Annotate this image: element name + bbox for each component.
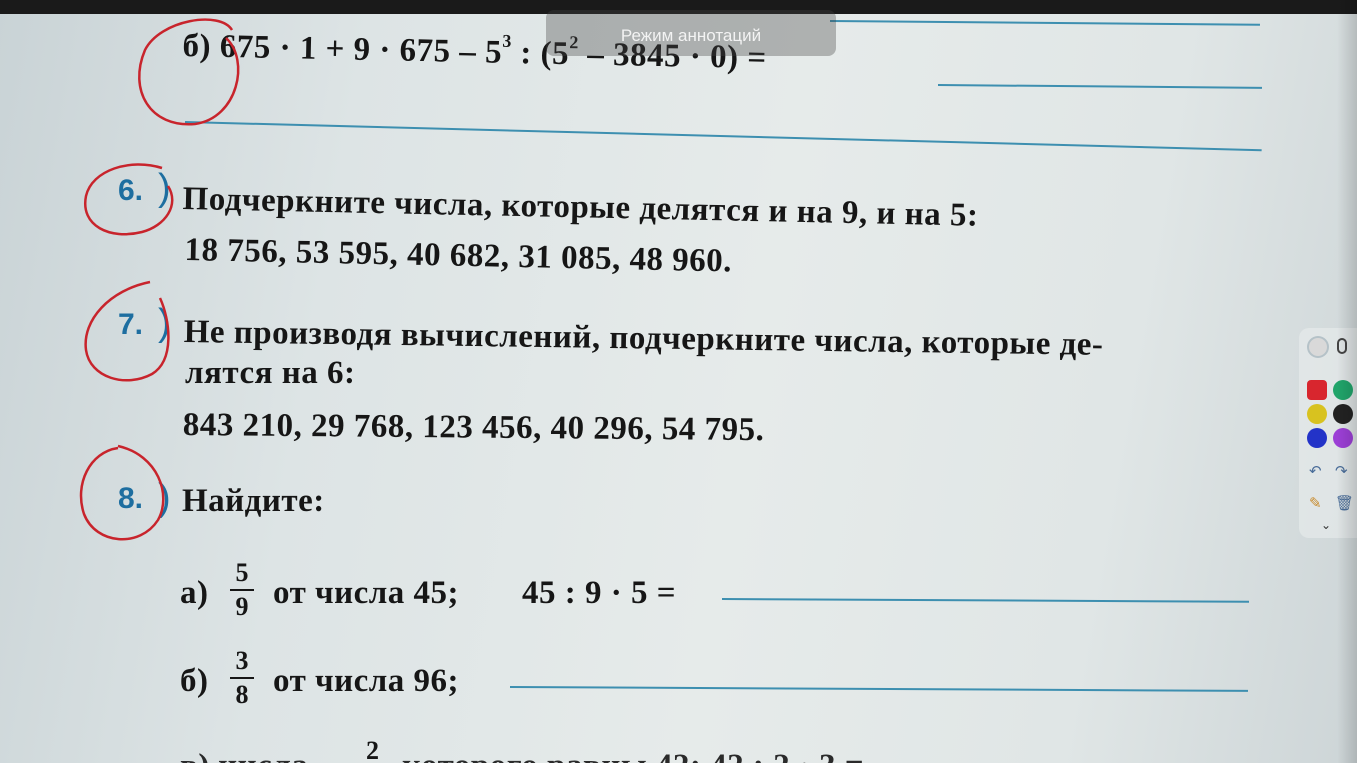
problem-8a-calc: 45 : 9 · 5 = xyxy=(522,575,677,611)
chevron-down-icon[interactable]: ⌄ xyxy=(1321,518,1331,532)
problem-7-text-line2: лятся на 6: xyxy=(185,355,356,391)
problem-7-numbers: 843 210, 29 768, 123 456, 40 296, 54 795… xyxy=(182,407,765,449)
worksheet-screen: б) 675 · 1 + 9 · 675 – 53 : (52 – 3845 ·… xyxy=(0,0,1357,763)
color-red-button[interactable] xyxy=(1307,380,1327,400)
problem-8a-text: от числа 45; xyxy=(273,575,460,611)
exponent: 3 xyxy=(502,30,513,51)
problem-6-paren: ) xyxy=(158,167,171,209)
problem-6-numbers: 18 756, 53 595, 40 682, 31 085, 48 960. xyxy=(184,232,733,280)
fraction-denominator: 9 xyxy=(235,592,249,621)
problem-8c-text: которого равны 42; 42 : 2 · 3 = xyxy=(402,748,864,763)
pen-icon[interactable] xyxy=(1309,338,1327,356)
answer-line xyxy=(721,598,1249,603)
annotation-mode-banner: Режим аннотаций xyxy=(546,10,836,56)
problem-8a-label: а) xyxy=(180,575,209,611)
problem-7-paren: ) xyxy=(158,302,171,344)
fraction-numerator: 3 xyxy=(235,646,249,675)
right-bezel-shadow xyxy=(1337,0,1357,763)
problem-8b-text: от числа 96; xyxy=(273,663,460,699)
fraction-3-8: 3 8 xyxy=(230,647,254,709)
problem-8-paren: ) xyxy=(158,477,171,519)
problem-8c-frac-num: 2 xyxy=(366,736,379,763)
problem-8-number: 8. xyxy=(118,482,144,515)
eraser-icon[interactable]: ✎ xyxy=(1309,494,1322,512)
color-blue-button[interactable] xyxy=(1307,428,1327,448)
problem-5b-expression: 675 · 1 + 9 · 675 – 5 xyxy=(219,28,503,71)
problem-6-number: 6. xyxy=(118,174,144,207)
fraction-numerator: 5 xyxy=(235,558,249,587)
fraction-bar xyxy=(230,589,254,591)
top-rule-line xyxy=(829,20,1260,26)
problem-8c-label: в) числа, xyxy=(180,748,317,763)
answer-line xyxy=(184,121,1262,152)
problem-8-text: Найдите: xyxy=(182,483,325,519)
fraction-denominator: 8 xyxy=(235,680,249,709)
color-yellow-button[interactable] xyxy=(1307,404,1327,424)
answer-line xyxy=(937,84,1262,89)
undo-icon[interactable]: ↶ xyxy=(1309,462,1322,480)
problem-5b-label: б) xyxy=(182,28,212,65)
answer-line xyxy=(509,686,1248,692)
fraction-5-9: 5 9 xyxy=(230,559,254,621)
fraction-bar xyxy=(230,677,254,679)
problem-6-text: Подчеркните числа, которые делятся и на … xyxy=(182,181,979,234)
problem-8b-label: б) xyxy=(180,663,209,699)
problem-7-number: 7. xyxy=(118,308,144,341)
